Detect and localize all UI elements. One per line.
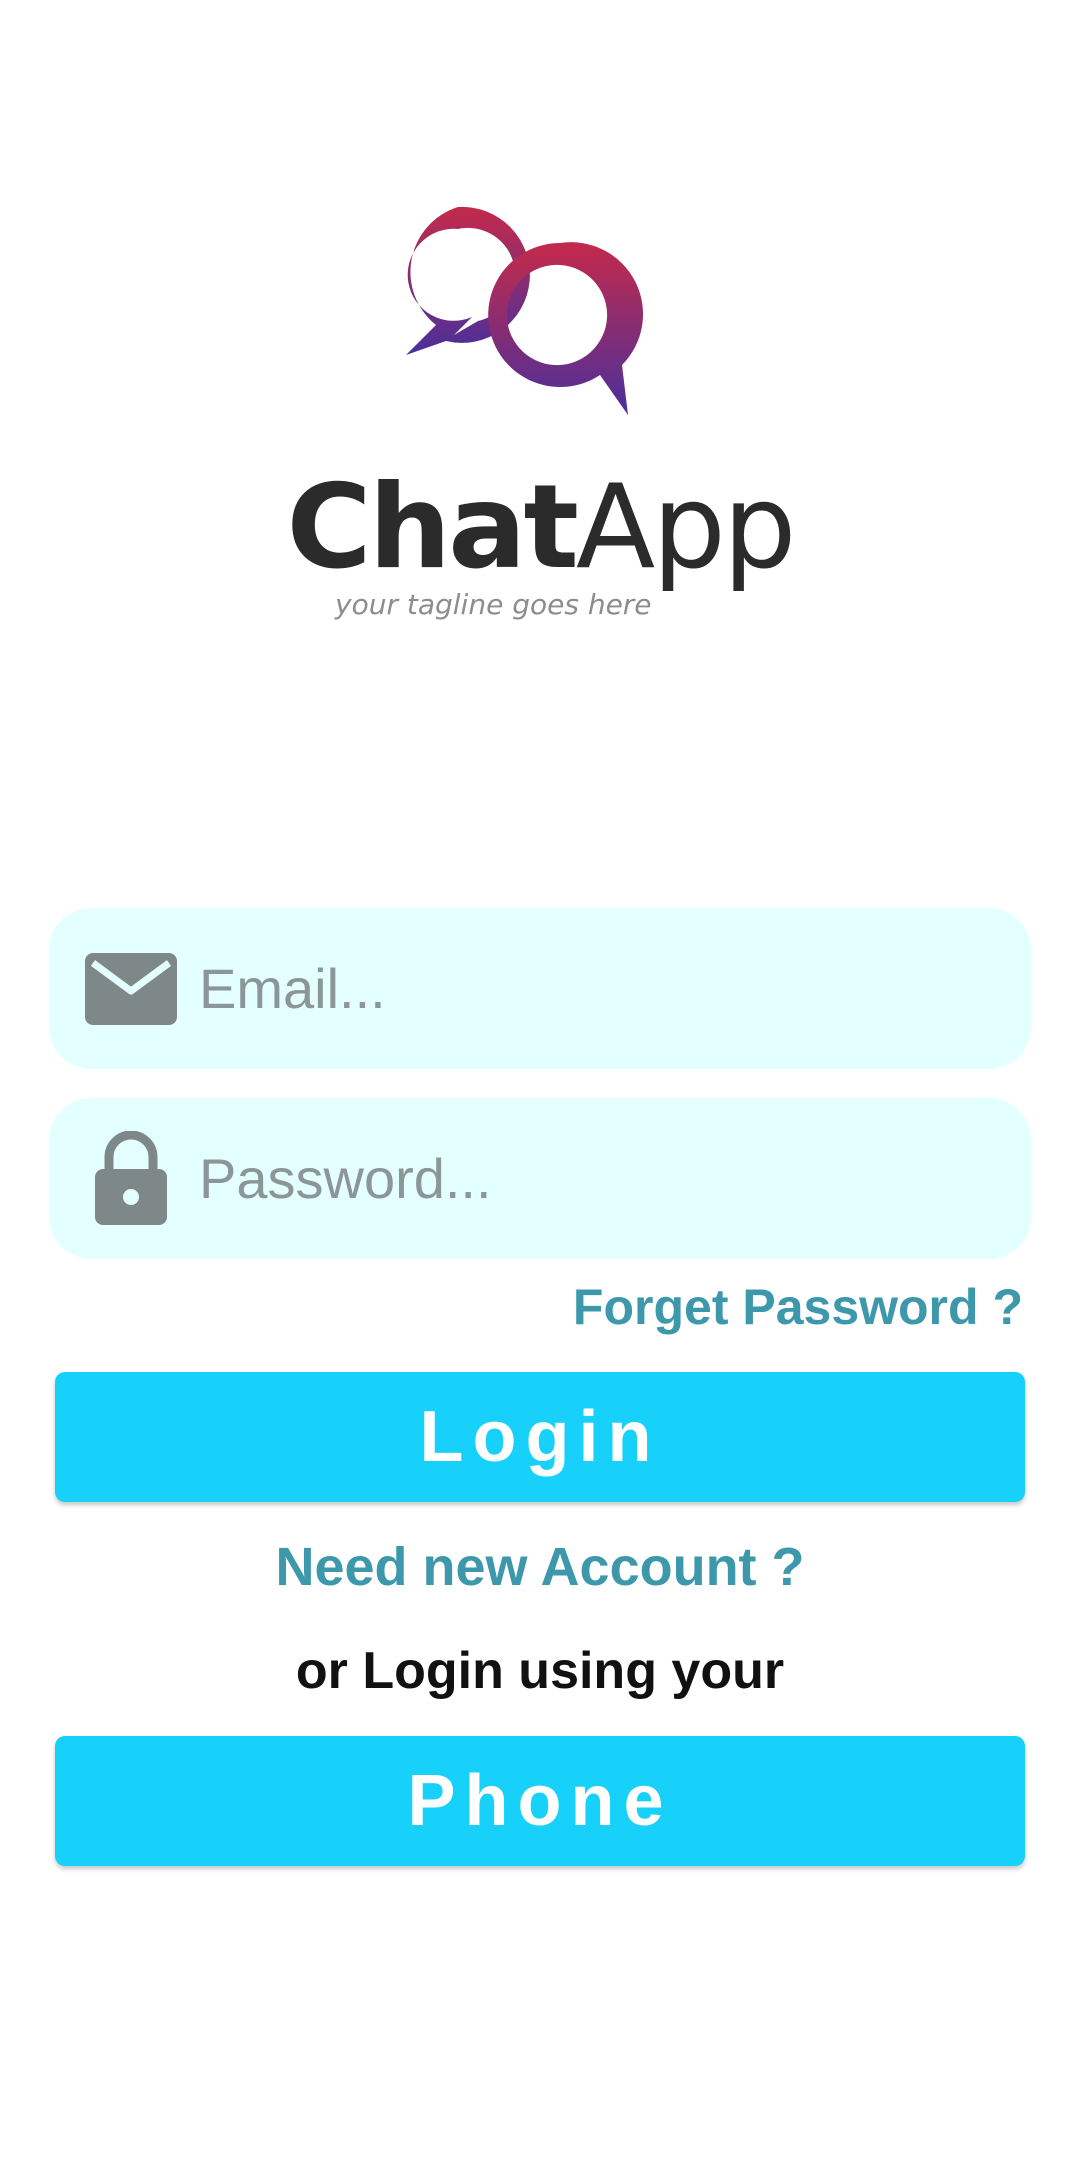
app-name-bold: Chat: [286, 460, 578, 595]
mail-icon: [81, 908, 181, 1069]
forget-password-link[interactable]: Forget Password ?: [573, 1278, 1023, 1336]
phone-login-button[interactable]: Phone: [55, 1736, 1025, 1866]
email-field-container[interactable]: [49, 908, 1031, 1069]
app-name: ChatApp: [0, 470, 1080, 586]
app-name-light: App: [575, 460, 797, 595]
app-tagline: your tagline goes here: [335, 588, 652, 621]
password-input[interactable]: [199, 1098, 999, 1259]
new-account-link[interactable]: Need new Account ?: [0, 1536, 1080, 1598]
login-button[interactable]: Login: [55, 1372, 1025, 1502]
login-screen: ChatApp your tagline goes here Forget Pa…: [0, 0, 1080, 2160]
alt-login-text: or Login using your: [295, 1642, 785, 1700]
email-input[interactable]: [199, 908, 999, 1069]
password-field-container[interactable]: [49, 1098, 1031, 1259]
lock-icon: [81, 1098, 181, 1259]
chat-bubbles-logo-icon: [406, 206, 644, 415]
